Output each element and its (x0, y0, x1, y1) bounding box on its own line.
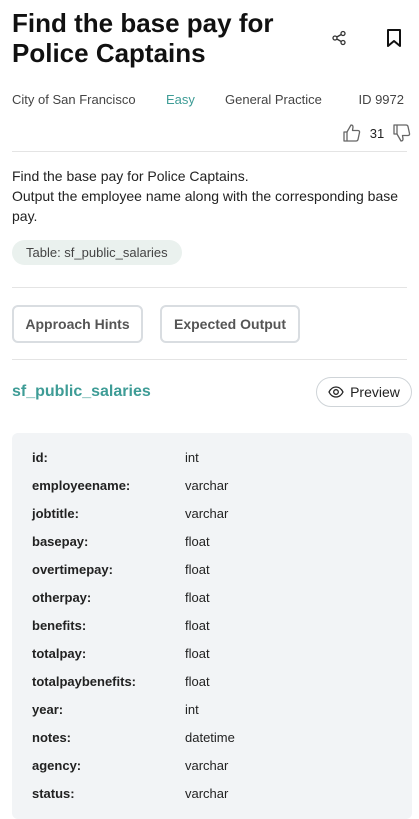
page-title: Find the base pay for Police Captains (12, 8, 274, 68)
table-tag: Table: sf_public_salaries (12, 240, 182, 265)
question-meta: City of San Francisco Easy General Pract… (12, 92, 407, 110)
schema-panel: id: int employeename: varchar jobtitle: … (12, 433, 412, 819)
downvote-button[interactable] (391, 122, 413, 144)
preview-label: Preview (350, 384, 400, 400)
column-type: float (185, 534, 210, 549)
schema-row: overtimepay: float (32, 560, 402, 580)
schema-table-name: sf_public_salaries (12, 383, 151, 400)
column-name: status: (32, 786, 75, 801)
divider (12, 151, 407, 152)
column-name: overtimepay: (32, 562, 113, 577)
column-name: agency: (32, 758, 82, 773)
column-type: float (185, 562, 210, 577)
thumbs-up-icon (343, 124, 361, 142)
column-type: float (185, 646, 210, 661)
expected-output-button[interactable]: Expected Output (160, 305, 300, 343)
column-name: id: (32, 450, 48, 465)
column-name: benefits: (32, 618, 87, 633)
column-type: int (185, 702, 199, 717)
schema-row: basepay: float (32, 532, 402, 552)
schema-row: jobtitle: varchar (32, 504, 402, 524)
preview-button[interactable]: Preview (316, 377, 412, 407)
schema-row: benefits: float (32, 616, 402, 636)
column-type: int (185, 450, 199, 465)
column-name: otherpay: (32, 590, 92, 605)
vote-count: 31 (369, 125, 385, 141)
column-name: totalpay: (32, 646, 87, 661)
thumbs-down-icon (393, 124, 411, 142)
schema-row: status: varchar (32, 784, 402, 804)
column-type: datetime (185, 730, 235, 745)
schema-row: agency: varchar (32, 756, 402, 776)
schema-row: totalpay: float (32, 644, 402, 664)
bookmark-button[interactable] (382, 26, 406, 50)
upvote-button[interactable] (341, 122, 363, 144)
vote-controls: 31 (341, 121, 413, 145)
schema-row: notes: datetime (32, 728, 402, 748)
question-id: ID 9972 (358, 92, 404, 107)
column-type: float (185, 590, 210, 605)
column-name: basepay: (32, 534, 89, 549)
column-type: varchar (185, 758, 229, 773)
column-type: float (185, 618, 210, 633)
column-type: varchar (185, 506, 229, 521)
share-button[interactable] (327, 26, 351, 50)
schema-row: employeename: varchar (32, 476, 402, 496)
column-name: employeename: (32, 478, 131, 493)
divider (12, 287, 407, 288)
question-description: Find the base pay for Police Captains. O… (12, 166, 402, 226)
category-label: General Practice (225, 92, 322, 107)
schema-row: year: int (32, 700, 402, 720)
column-type: varchar (185, 786, 229, 801)
eye-icon (328, 386, 344, 398)
column-name: jobtitle: (32, 506, 79, 521)
schema-row: otherpay: float (32, 588, 402, 608)
approach-hints-button[interactable]: Approach Hints (12, 305, 143, 343)
column-name: year: (32, 702, 64, 717)
difficulty-badge: Easy (166, 92, 195, 107)
column-type: varchar (185, 478, 229, 493)
share-icon (332, 30, 346, 46)
divider (12, 359, 407, 360)
company-label[interactable]: City of San Francisco (12, 92, 136, 107)
schema-row: id: int (32, 448, 402, 468)
question-page: Find the base pay for Police Captains Ci… (0, 0, 419, 819)
column-type: float (185, 674, 210, 689)
bookmark-icon (387, 29, 401, 47)
description-line: Find the base pay for Police Captains. (12, 168, 249, 184)
description-line: Output the employee name along with the … (12, 188, 399, 224)
schema-row: totalpaybenefits: float (32, 672, 402, 692)
column-name: notes: (32, 730, 71, 745)
column-name: totalpaybenefits: (32, 674, 137, 689)
